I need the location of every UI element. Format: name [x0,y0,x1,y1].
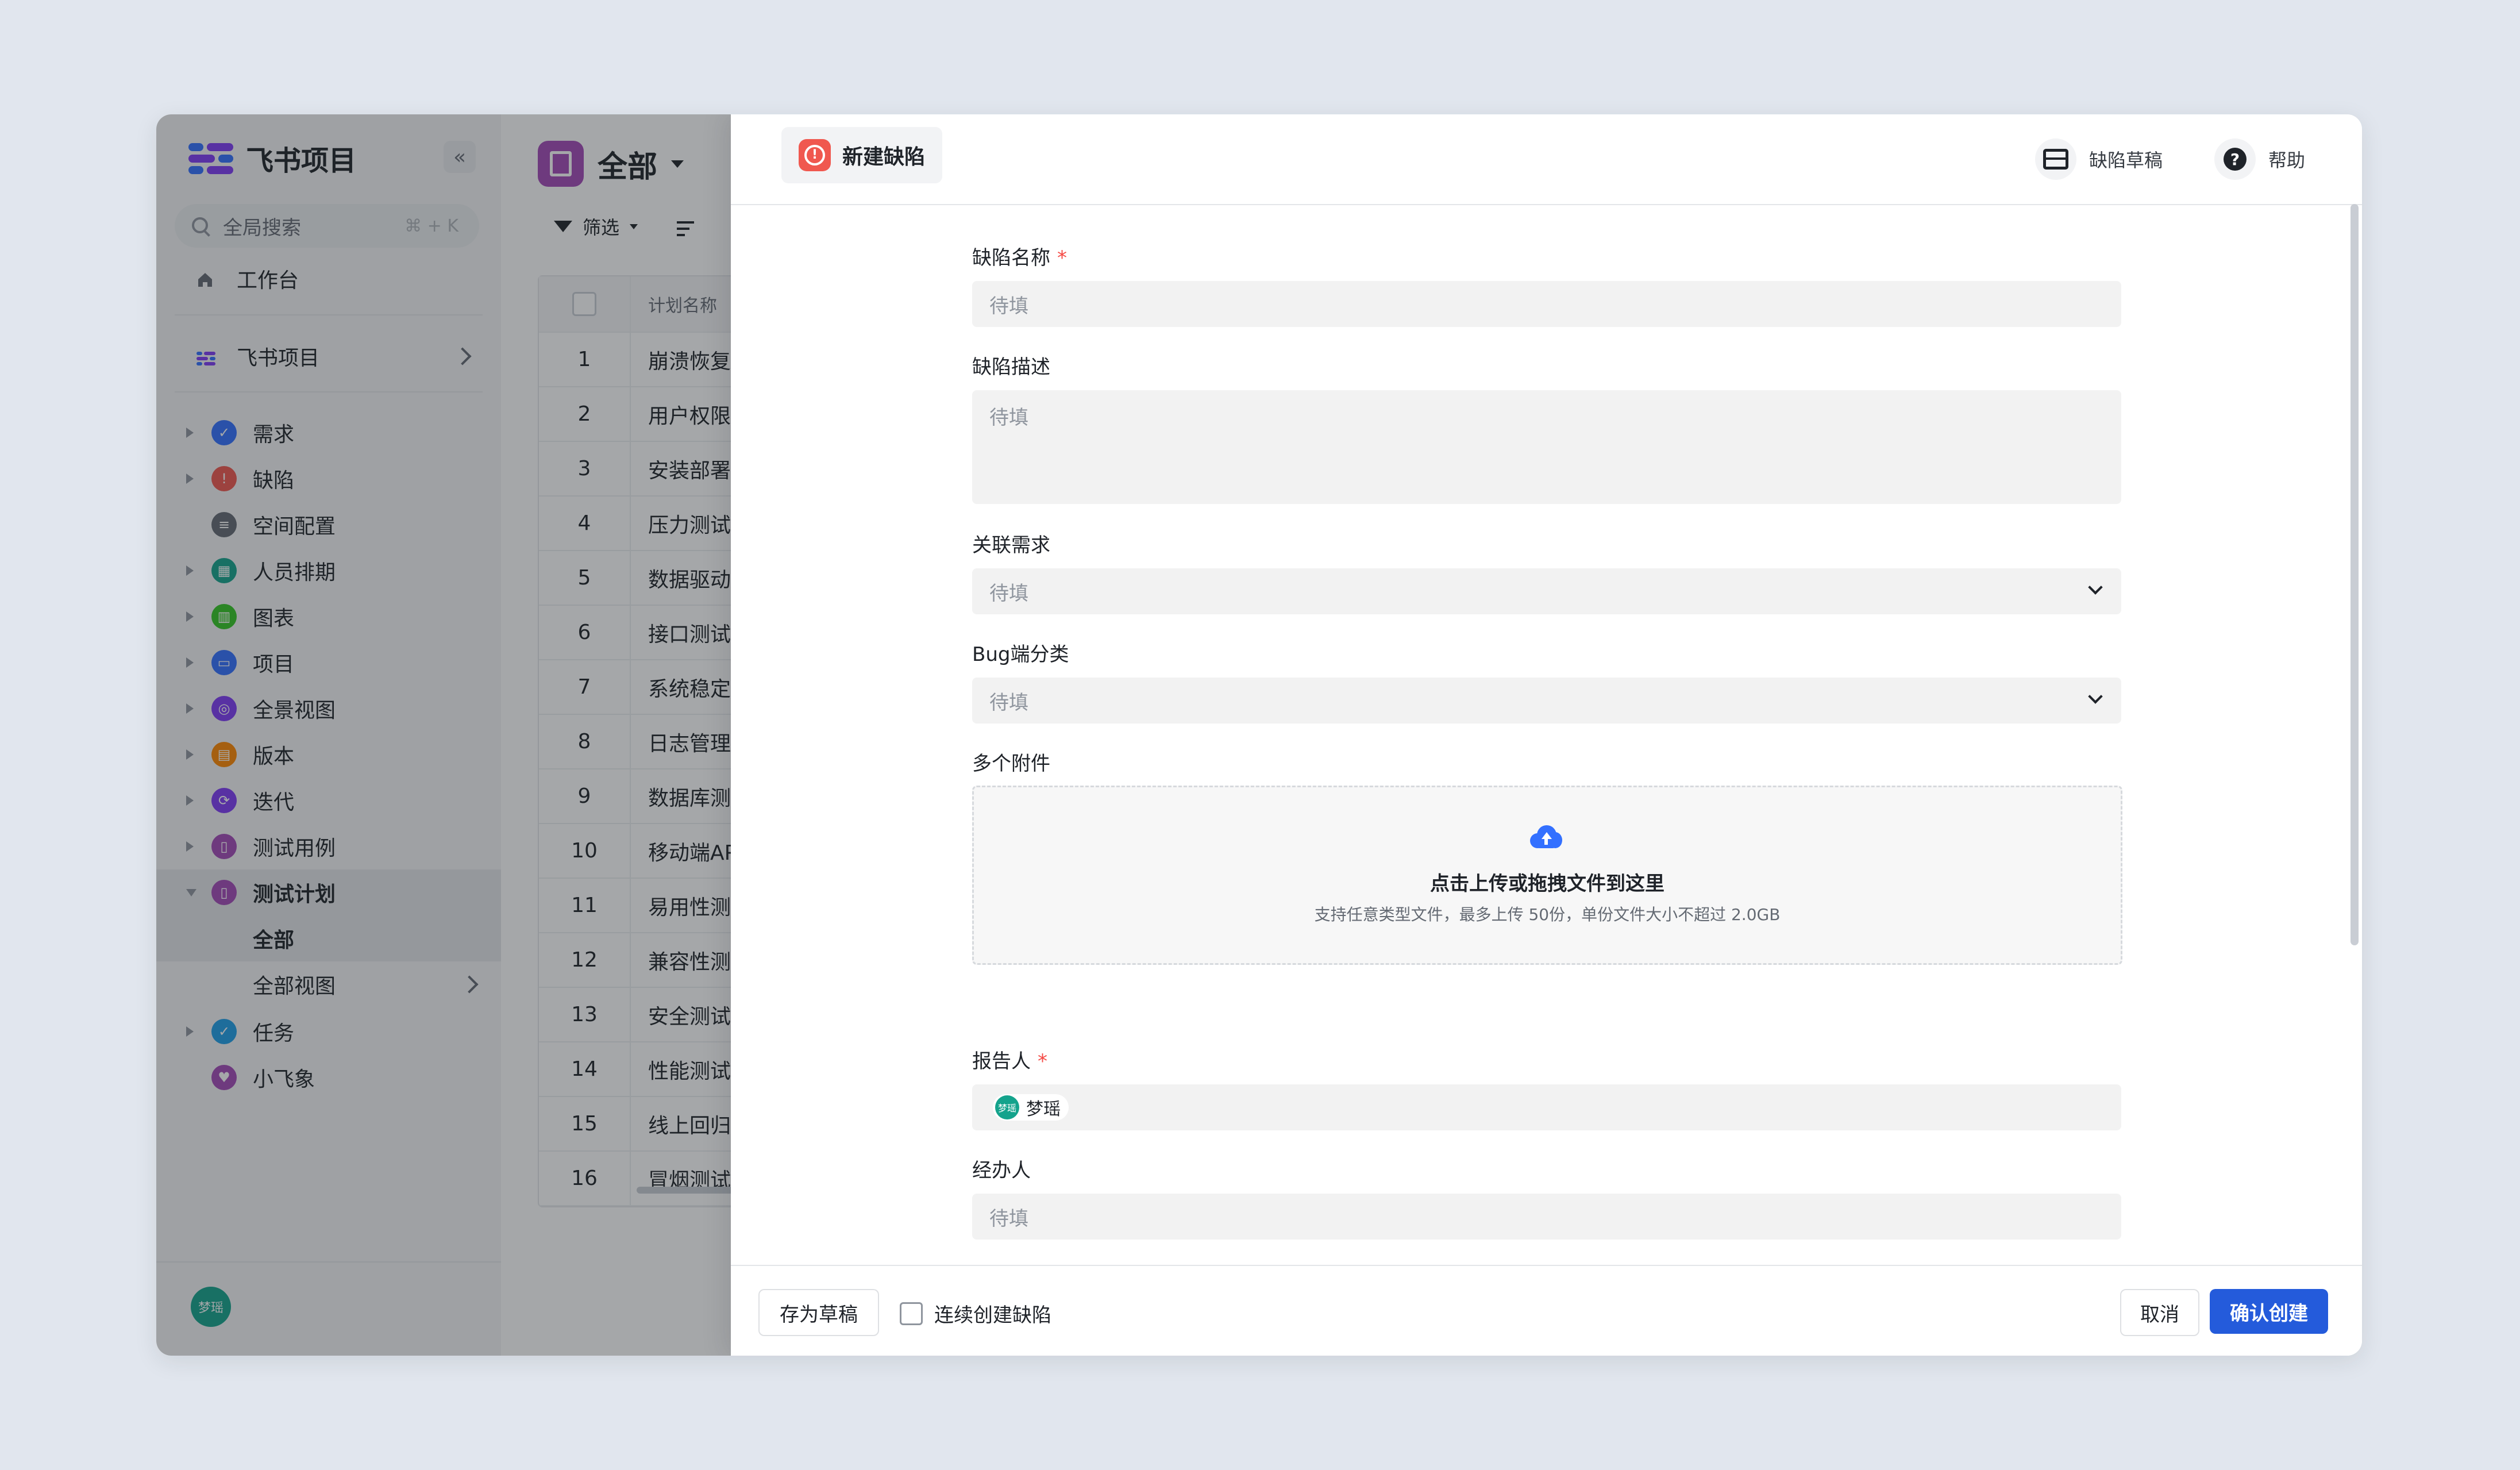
field-label-attachments: 多个附件 [972,752,1050,775]
field-label-reporter: 报告人 * [972,1050,1047,1073]
continuous-create-label: 连续创建缺陷 [934,1304,1051,1327]
drafts-button[interactable]: 缺陷草稿 [2035,138,2163,180]
cancel-button[interactable]: 取消 [2120,1289,2199,1336]
confirm-create-button[interactable]: 确认创建 [2210,1289,2328,1334]
placeholder: 待填 [989,691,1028,714]
defect-description-textarea[interactable]: 待填 [972,390,2121,504]
required-mark: * [1038,1050,1047,1073]
new-defect-drawer: ! 新建缺陷 缺陷草稿 ? 帮助 缺陷名称 * 待填 缺陷描述 待填 关联需求 待… [731,114,2362,1356]
drawer-header: ! 新建缺陷 缺陷草稿 ? 帮助 [731,114,2362,205]
drafts-label: 缺陷草稿 [2089,149,2163,171]
bug-category-select[interactable]: 待填 [972,678,2121,724]
chevron-down-icon [2088,689,2103,704]
field-label-bug-category: Bug端分类 [972,643,1069,666]
app-window: 飞书项目 « 全局搜索 ⌘ + K 工作台 飞书项目 ✓ 需求 ! 缺陷 ≡ 空… [156,114,2362,1356]
upload-hint-text: 支持任意类型文件，最多上传 50份，单份文件大小不超过 2.0GB [1314,905,1781,924]
user-chip[interactable]: 梦瑶 梦瑶 [993,1094,1069,1121]
defect-name-input[interactable]: 待填 [972,281,2121,327]
help-icon: ? [2214,138,2256,180]
placeholder: 待填 [989,1207,1028,1230]
help-button[interactable]: ? 帮助 [2214,138,2305,180]
continuous-create-toggle[interactable]: 连续创建缺陷 [900,1299,1051,1327]
related-requirement-select[interactable]: 待填 [972,568,2121,614]
chevron-down-icon [2088,580,2103,595]
help-label: 帮助 [2268,149,2306,171]
field-label-assignee: 经办人 [972,1159,1031,1182]
placeholder: 待填 [989,582,1028,605]
vertical-scrollbar[interactable] [2351,204,2359,945]
field-label-name: 缺陷名称 * [972,247,1067,270]
continuous-create-checkbox[interactable] [900,1302,923,1325]
defect-icon: ! [799,139,831,171]
drawer-footer: 存为草稿 连续创建缺陷 取消 确认创建 [731,1265,2362,1356]
reporter-field[interactable]: 梦瑶 梦瑶 [972,1084,2121,1130]
assignee-input[interactable]: 待填 [972,1194,2121,1240]
field-label-related-requirement: 关联需求 [972,534,1050,557]
field-label-description: 缺陷描述 [972,356,1050,379]
upload-cloud-icon [1530,825,1562,848]
tab-label: 新建缺陷 [842,145,926,169]
required-mark: * [1057,247,1067,270]
save-draft-button[interactable]: 存为草稿 [758,1289,879,1336]
upload-main-text: 点击上传或拖拽文件到这里 [1430,872,1664,895]
attachment-upload-area[interactable]: 点击上传或拖拽文件到这里 支持任意类型文件，最多上传 50份，单份文件大小不超过… [972,786,2122,965]
user-name: 梦瑶 [1026,1099,1061,1119]
tab-new-defect[interactable]: ! 新建缺陷 [781,127,943,183]
placeholder: 待填 [989,294,1028,318]
inbox-icon [2035,138,2076,180]
placeholder: 待填 [989,406,1028,429]
avatar: 梦瑶 [995,1095,1019,1119]
